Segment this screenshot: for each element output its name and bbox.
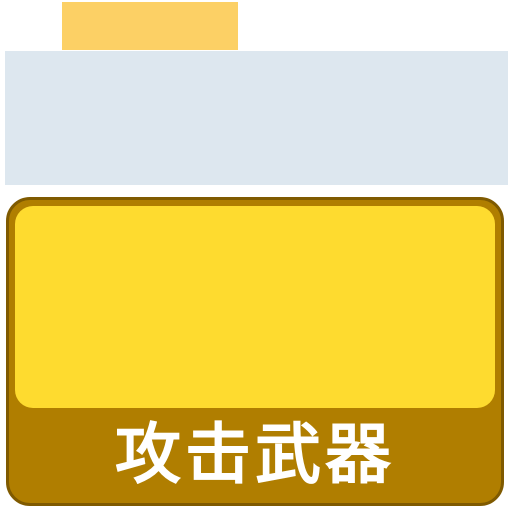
ui-stage: 攻击武器: [0, 0, 512, 512]
info-panel: [5, 51, 508, 185]
yellow-tab[interactable]: [62, 2, 238, 50]
attack-weapon-card[interactable]: 攻击武器: [6, 197, 504, 506]
card-label: 攻击武器: [115, 416, 395, 493]
card-face: [15, 206, 495, 408]
